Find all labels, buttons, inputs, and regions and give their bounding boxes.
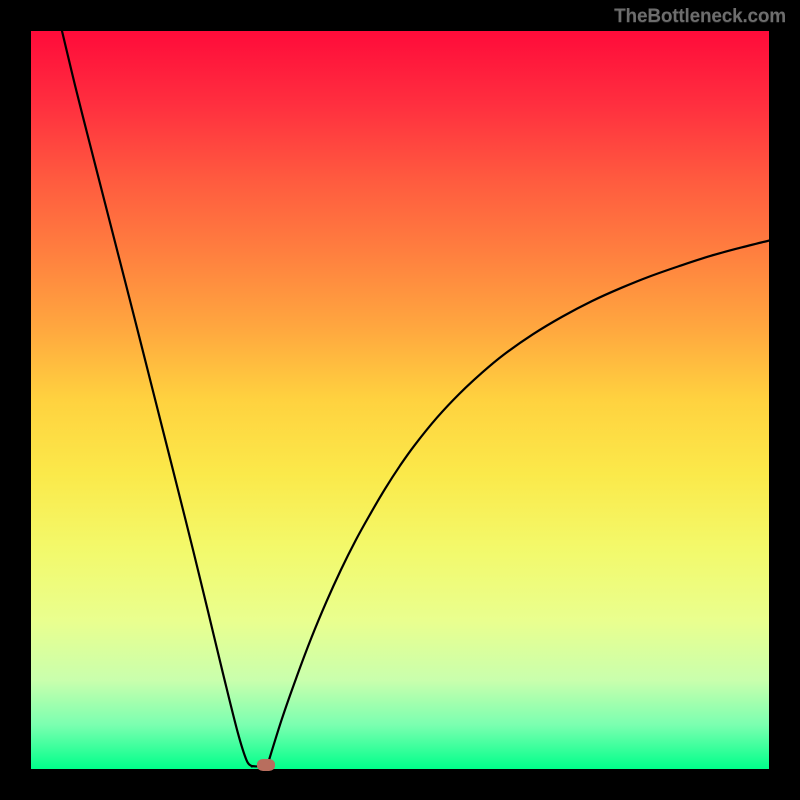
curve-svg — [31, 31, 769, 769]
optimal-point-marker — [257, 759, 275, 771]
plot-area — [31, 31, 769, 769]
attribution-text: TheBottleneck.com — [614, 6, 786, 28]
chart-frame: TheBottleneck.com — [0, 0, 800, 800]
bottleneck-curve — [62, 31, 769, 769]
